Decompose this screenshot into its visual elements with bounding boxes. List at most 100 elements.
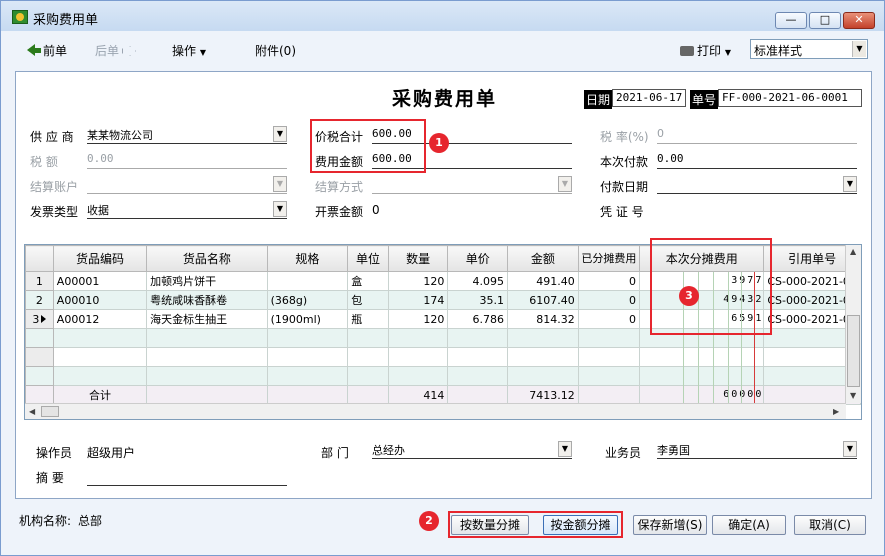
total-label: 合计: [52, 385, 148, 405]
pay-now-field[interactable]: 0.00: [657, 149, 857, 169]
col-header-price[interactable]: 单价: [447, 245, 509, 272]
col-header-amount[interactable]: 金额: [507, 245, 579, 272]
tax-rate-field: 0: [657, 124, 857, 144]
cell-unit[interactable]: 盒: [347, 271, 389, 291]
dropdown-arrow-icon: ▼: [558, 176, 572, 192]
operate-label: 操作: [172, 44, 197, 58]
col-header-name[interactable]: 货品名称: [146, 245, 268, 272]
cell-price[interactable]: 4.095: [447, 271, 509, 291]
settle-method-field: ▼: [372, 174, 572, 194]
highlight-box-alloc-column: [650, 238, 772, 335]
total-qty: 414: [387, 385, 449, 405]
toolbar: 前单 后单 操作 ▼ 附件(0) 打印 ▼ 标准样式 ▼: [15, 37, 871, 63]
ok-button[interactable]: 确定(A): [712, 515, 786, 535]
cell-qty[interactable]: 120: [387, 271, 449, 291]
cell-qty[interactable]: 174: [387, 290, 449, 310]
org-label: 机构名称:: [19, 514, 72, 528]
salesman-field[interactable]: 李勇国 ▼: [657, 439, 857, 459]
summary-label: 摘 要: [36, 471, 64, 485]
status-bar: 机构名称: 总部 2 按数量分摊 按金额分摊 保存新增(S) 确定(A) 取消(…: [15, 505, 872, 539]
dropdown-arrow-icon[interactable]: ▼: [843, 441, 857, 457]
cell-spec[interactable]: (1900ml): [266, 309, 349, 329]
printer-icon: [680, 46, 694, 56]
dropdown-arrow-icon[interactable]: ▼: [273, 201, 287, 217]
cell-amount[interactable]: 814.32: [507, 309, 579, 329]
form-title: 采购费用单: [392, 88, 498, 110]
next-label: 后单: [95, 44, 120, 58]
settle-account-field: ▼: [87, 174, 287, 194]
cell-unit[interactable]: 瓶: [347, 309, 389, 329]
col-header-allocated[interactable]: 已分摊费用: [577, 245, 641, 272]
cell-price[interactable]: 6.786: [447, 309, 509, 329]
attachment-button[interactable]: 附件(0): [255, 42, 296, 59]
print-button[interactable]: 打印 ▼: [680, 42, 731, 59]
pay-date-label: 付款日期: [600, 180, 649, 194]
col-header-qty[interactable]: 数量: [387, 245, 449, 272]
app-icon: [12, 10, 28, 24]
voucher-label: 凭 证 号: [600, 205, 644, 219]
scroll-left-icon[interactable]: ◀: [29, 407, 35, 416]
cell-code[interactable]: A00001: [52, 271, 148, 291]
scroll-right-icon[interactable]: ▶: [833, 407, 839, 416]
cell-code[interactable]: A00010: [52, 290, 148, 310]
dropdown-arrow-icon: ▼: [852, 41, 866, 57]
scroll-down-icon[interactable]: ▼: [850, 391, 856, 400]
pay-now-value: 0.00: [657, 152, 684, 165]
tax-rate-value: 0: [657, 127, 664, 140]
cell-spec[interactable]: (368g): [266, 290, 349, 310]
col-header-code[interactable]: 货品编码: [52, 245, 148, 272]
empty-row[interactable]: [25, 347, 861, 367]
dropdown-arrow-icon[interactable]: ▼: [273, 126, 287, 142]
cell-amount[interactable]: 491.40: [507, 271, 579, 291]
cell-qty[interactable]: 120: [387, 309, 449, 329]
cell-name[interactable]: 粤统咸味香酥卷: [146, 290, 268, 310]
row-no-header: [25, 245, 54, 272]
template-select[interactable]: 标准样式 ▼: [750, 39, 868, 59]
invoice-type-field[interactable]: 收据 ▼: [87, 199, 287, 219]
supplier-label: 供 应 商: [30, 130, 74, 144]
invoice-type-value: 收据: [87, 204, 109, 217]
allocate-by-amount-button[interactable]: 按金额分摊: [543, 515, 618, 535]
pay-date-field[interactable]: ▼: [657, 174, 857, 194]
dropdown-arrow-icon[interactable]: ▼: [843, 176, 857, 192]
close-button[interactable]: ✕: [843, 12, 875, 29]
row-number: 3: [25, 309, 54, 329]
col-header-unit[interactable]: 单位: [347, 245, 389, 272]
doc-no-field[interactable]: FF-000-2021-06-0001: [718, 89, 862, 107]
operate-menu[interactable]: 操作 ▼: [172, 42, 206, 59]
vertical-scrollbar[interactable]: ▲ ▼: [845, 245, 861, 403]
next-button[interactable]: 后单: [95, 42, 137, 59]
cell-unit[interactable]: 包: [347, 290, 389, 310]
empty-row[interactable]: [25, 366, 861, 386]
scroll-up-icon[interactable]: ▲: [850, 247, 856, 256]
org-value: 总部: [78, 514, 103, 528]
title-bar: 采购费用单 — □ ✕: [1, 1, 884, 31]
salesman-label: 业务员: [605, 446, 642, 460]
minimize-button[interactable]: —: [775, 12, 807, 29]
caret-down-icon: ▼: [724, 48, 731, 57]
total-alloc: 60000: [639, 385, 765, 405]
cell-name[interactable]: 加顿鸡片饼干: [146, 271, 268, 291]
hscroll-thumb[interactable]: [41, 406, 59, 417]
cell-spec[interactable]: [266, 271, 349, 291]
col-header-spec[interactable]: 规格: [266, 245, 349, 272]
date-label: 日期: [584, 90, 613, 109]
cell-name[interactable]: 海天金标生抽王: [146, 309, 268, 329]
maximize-button[interactable]: □: [809, 12, 841, 29]
department-field[interactable]: 总经办 ▼: [372, 439, 572, 459]
horizontal-scrollbar[interactable]: ◀ ▶: [25, 403, 846, 419]
cell-price[interactable]: 35.1: [447, 290, 509, 310]
prev-button[interactable]: 前单: [27, 42, 67, 59]
cell-allocated: 0: [577, 271, 641, 291]
date-field[interactable]: 2021-06-17: [612, 89, 686, 107]
form-panel: 采购费用单 日期 2021-06-17 单号 FF-000-2021-06-00…: [15, 71, 872, 499]
summary-field[interactable]: [87, 466, 287, 486]
scroll-thumb[interactable]: [847, 315, 860, 387]
cell-amount[interactable]: 6107.40: [507, 290, 579, 310]
supplier-field[interactable]: 某某物流公司 ▼: [87, 124, 287, 144]
allocate-by-qty-button[interactable]: 按数量分摊: [451, 515, 529, 535]
cancel-button[interactable]: 取消(C): [794, 515, 866, 535]
cell-code[interactable]: A00012: [52, 309, 148, 329]
save-new-button[interactable]: 保存新增(S): [633, 515, 707, 535]
dropdown-arrow-icon[interactable]: ▼: [558, 441, 572, 457]
